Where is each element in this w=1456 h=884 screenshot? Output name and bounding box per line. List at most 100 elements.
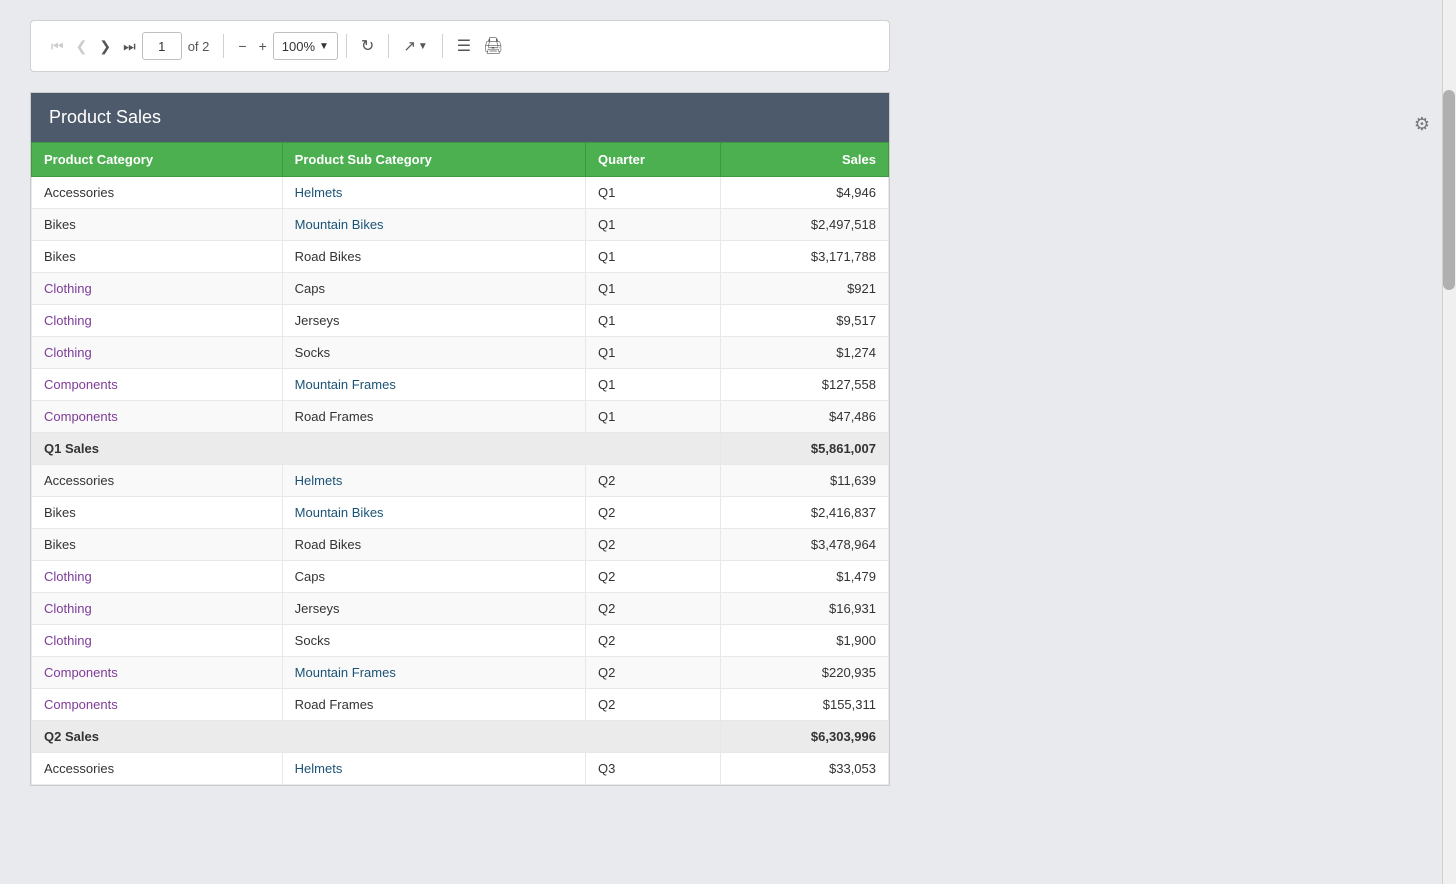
cell-quarter: Q1: [586, 209, 721, 241]
cell-sales: $2,416,837: [720, 497, 888, 529]
cell-quarter: Q2: [586, 465, 721, 497]
toolbar: ⏮ ❮ ❯ ⏭ 1 of 2 − + 100% ▼ ↻ ↗ ▼ ☰ 🖨: [30, 20, 890, 72]
cell-sales: $1,900: [720, 625, 888, 657]
cell-sales: $1,274: [720, 337, 888, 369]
report-container: Product Sales Product Category Product S…: [30, 92, 890, 786]
cell-sales: $3,171,788: [720, 241, 888, 273]
cell-category: Bikes: [32, 529, 283, 561]
cell-category: Bikes: [32, 241, 283, 273]
report-title-bar: Product Sales: [31, 93, 889, 142]
print-button[interactable]: 🖨: [477, 32, 509, 60]
cell-category: Clothing: [32, 561, 283, 593]
cell-quarter: Q2: [586, 561, 721, 593]
cell-category: Accessories: [32, 465, 283, 497]
next-page-button[interactable]: ❯: [93, 34, 117, 59]
col-header-sales: Sales: [720, 143, 888, 177]
zoom-in-button[interactable]: +: [253, 34, 273, 58]
table-row: Components Road Frames Q1 $47,486: [32, 401, 889, 433]
refresh-button[interactable]: ↻: [355, 32, 380, 60]
cell-category: Components: [32, 401, 283, 433]
cell-category: Components: [32, 689, 283, 721]
first-page-button[interactable]: ⏮: [45, 34, 70, 59]
cell-quarter: Q1: [586, 305, 721, 337]
table-row: Bikes Mountain Bikes Q2 $2,416,837: [32, 497, 889, 529]
cell-subcategory: Mountain Frames: [282, 369, 585, 401]
subtotal-label: Q1 Sales: [32, 433, 721, 465]
separator-3: [388, 34, 389, 58]
cell-sales: $16,931: [720, 593, 888, 625]
page-of-label: of 2: [188, 39, 210, 54]
table-row: Accessories Helmets Q2 $11,639: [32, 465, 889, 497]
cell-sales: $9,517: [720, 305, 888, 337]
table-row: Components Mountain Frames Q2 $220,935: [32, 657, 889, 689]
cell-subcategory: Helmets: [282, 177, 585, 209]
table-header-row: Product Category Product Sub Category Qu…: [32, 143, 889, 177]
cell-sales: $47,486: [720, 401, 888, 433]
scrollbar-track: [1442, 0, 1456, 884]
cell-sales: $127,558: [720, 369, 888, 401]
table-row: Q1 Sales $5,861,007: [32, 433, 889, 465]
cell-subcategory: Mountain Bikes: [282, 209, 585, 241]
data-table: Product Category Product Sub Category Qu…: [31, 142, 889, 785]
cell-subcategory: Road Bikes: [282, 241, 585, 273]
cell-quarter: Q2: [586, 593, 721, 625]
cell-sales: $4,946: [720, 177, 888, 209]
cell-category: Clothing: [32, 625, 283, 657]
table-row: Clothing Socks Q2 $1,900: [32, 625, 889, 657]
cell-sales: $921: [720, 273, 888, 305]
table-row: Clothing Jerseys Q1 $9,517: [32, 305, 889, 337]
zoom-value: 100%: [282, 39, 315, 54]
cell-quarter: Q1: [586, 273, 721, 305]
cell-subcategory: Helmets: [282, 753, 585, 785]
cell-subcategory: Jerseys: [282, 593, 585, 625]
col-header-category: Product Category: [32, 143, 283, 177]
separator-4: [442, 34, 443, 58]
cell-category: Clothing: [32, 593, 283, 625]
cell-quarter: Q1: [586, 177, 721, 209]
cell-sales: $2,497,518: [720, 209, 888, 241]
cell-category: Components: [32, 369, 283, 401]
cell-category: Components: [32, 657, 283, 689]
cell-sales: $1,479: [720, 561, 888, 593]
zoom-out-button[interactable]: −: [232, 34, 252, 58]
cell-sales: $3,478,964: [720, 529, 888, 561]
cell-subcategory: Socks: [282, 625, 585, 657]
cell-category: Accessories: [32, 753, 283, 785]
cell-subcategory: Mountain Frames: [282, 657, 585, 689]
scrollbar-thumb[interactable]: [1443, 90, 1455, 290]
page-number-input[interactable]: 1: [142, 32, 182, 60]
cell-category: Accessories: [32, 177, 283, 209]
cell-quarter: Q2: [586, 657, 721, 689]
zoom-dropdown[interactable]: 100% ▼: [273, 32, 338, 60]
separator-2: [346, 34, 347, 58]
table-row: Components Mountain Frames Q1 $127,558: [32, 369, 889, 401]
cell-category: Bikes: [32, 497, 283, 529]
cell-quarter: Q1: [586, 337, 721, 369]
page-layout-button[interactable]: ☰: [451, 32, 477, 60]
report-title: Product Sales: [49, 107, 161, 127]
table-row: Bikes Mountain Bikes Q1 $2,497,518: [32, 209, 889, 241]
export-chevron-icon: ▼: [418, 41, 428, 52]
cell-category: Clothing: [32, 273, 283, 305]
settings-gear-icon[interactable]: ⚙: [1408, 110, 1436, 138]
cell-quarter: Q2: [586, 689, 721, 721]
cell-quarter: Q2: [586, 529, 721, 561]
table-row: Bikes Road Bikes Q2 $3,478,964: [32, 529, 889, 561]
last-page-button[interactable]: ⏭: [117, 34, 142, 59]
table-row: Accessories Helmets Q3 $33,053: [32, 753, 889, 785]
cell-subcategory: Road Frames: [282, 401, 585, 433]
cell-category: Clothing: [32, 337, 283, 369]
cell-quarter: Q1: [586, 401, 721, 433]
cell-subcategory: Caps: [282, 273, 585, 305]
table-row: Clothing Socks Q1 $1,274: [32, 337, 889, 369]
cell-quarter: Q2: [586, 497, 721, 529]
cell-quarter: Q1: [586, 241, 721, 273]
cell-subcategory: Road Bikes: [282, 529, 585, 561]
cell-quarter: Q1: [586, 369, 721, 401]
subtotal-label: Q2 Sales: [32, 721, 721, 753]
table-row: Accessories Helmets Q1 $4,946: [32, 177, 889, 209]
prev-page-button[interactable]: ❮: [70, 34, 94, 59]
cell-subcategory: Mountain Bikes: [282, 497, 585, 529]
cell-sales: $220,935: [720, 657, 888, 689]
export-button[interactable]: ↗ ▼: [397, 33, 433, 59]
